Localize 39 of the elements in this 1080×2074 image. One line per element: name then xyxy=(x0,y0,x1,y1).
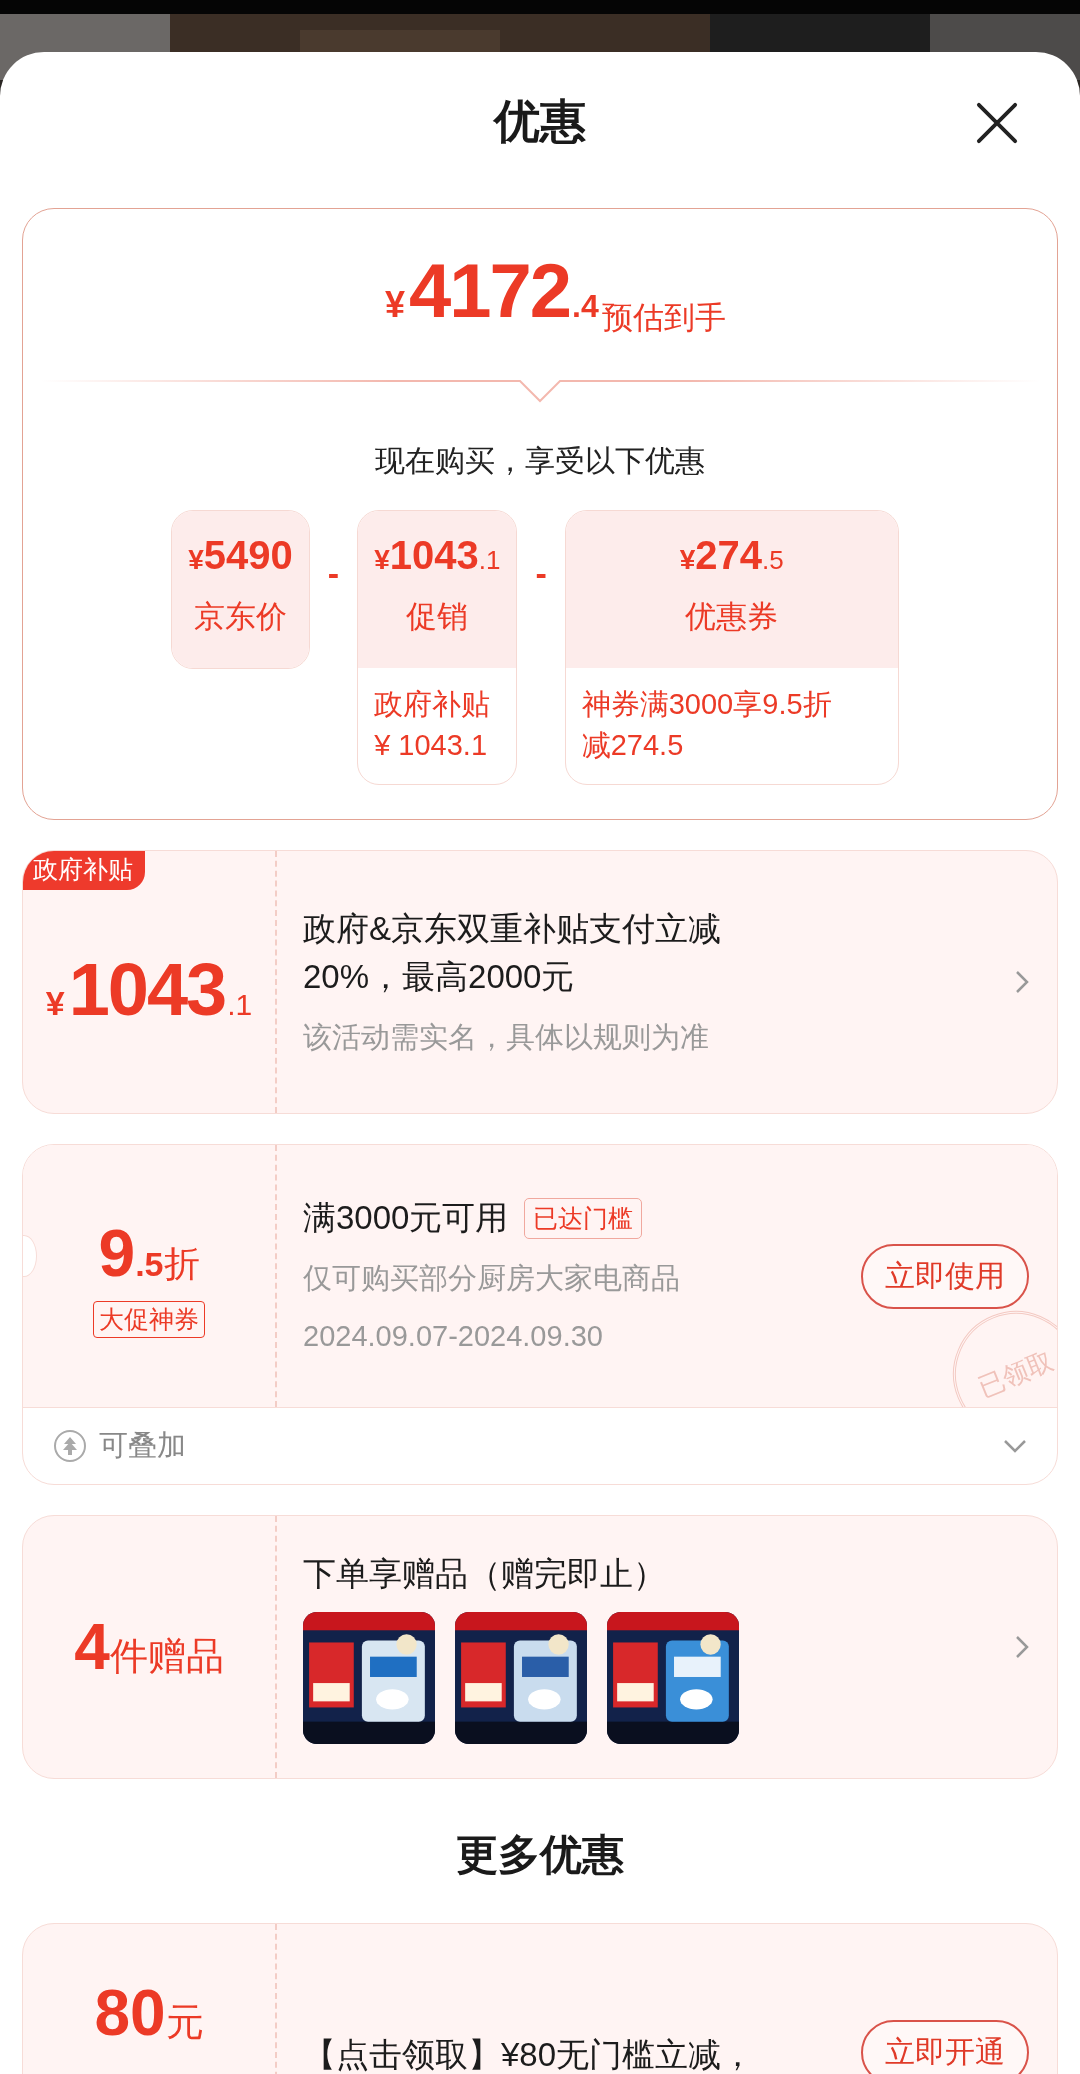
price-detail: 神券满3000享9.5折减274.5 xyxy=(580,687,833,763)
price-label: 优惠券 xyxy=(685,598,779,636)
sheet-title: 优惠 xyxy=(494,94,586,149)
minus-sign: - xyxy=(327,554,340,593)
offer-title: 【点击领取】¥80无门槛立减， xyxy=(303,2035,756,2074)
gift-count: 4件赠品 xyxy=(74,1610,224,1684)
coupon-tag: 大促神券 xyxy=(93,1300,205,1338)
close-icon[interactable] xyxy=(976,102,1018,144)
price-label: 京东价 xyxy=(194,598,288,636)
summary-subtitle: 现在购买，享受以下优惠 xyxy=(375,443,705,479)
coupon-period: 2024.09.07-2024.09.30 xyxy=(303,1319,604,1354)
price-amount: ¥274.5 xyxy=(679,533,784,578)
gift-card[interactable]: 4件赠品 下单享赠品（赠完即止） xyxy=(22,1515,1058,1779)
chevron-right-icon xyxy=(1015,970,1029,994)
price-amount: ¥5490 xyxy=(188,533,293,578)
use-now-button[interactable]: 立即使用 xyxy=(861,1243,1029,1309)
offer-title: 下单享赠品（赠完即止） xyxy=(303,1554,667,1594)
offer-title: 满3000元可用 xyxy=(303,1198,509,1238)
section-title: 更多优惠 xyxy=(455,1830,625,1880)
status-tag: 已达门槛 xyxy=(524,1197,643,1239)
minus-sign: - xyxy=(535,554,547,593)
subsidy-badge: 政府补贴 xyxy=(23,851,145,890)
coupon-scope: 仅可购买部分厨房大家电商品 xyxy=(303,1261,681,1296)
offer-title: 政府&京东双重补贴支付立减20%，最高2000元 xyxy=(303,909,722,997)
price-amount: ¥1043.1 xyxy=(374,533,501,578)
chevron-down-icon[interactable] xyxy=(1003,1439,1027,1453)
estimated-price: ¥4172.4 xyxy=(385,247,599,334)
price-detail: 政府补贴 ¥ 1043.1 xyxy=(373,687,492,763)
coupon-discount: 9.5折 xyxy=(98,1214,200,1291)
stack-icon xyxy=(53,1429,87,1463)
stackable-label: 可叠加 xyxy=(99,1428,187,1463)
subsidy-amount: ¥1043.1 xyxy=(45,946,253,1032)
estimated-price-label: 预估到手 xyxy=(602,299,726,337)
cash-amount: 80元 xyxy=(94,1976,204,2050)
offer-note: 该活动需实名，具体以规则为准 xyxy=(303,1020,710,1055)
price-label: 促销 xyxy=(406,598,469,636)
activate-button[interactable]: 立即开通 xyxy=(861,2020,1029,2074)
subsidy-card[interactable]: 政府补贴 ¥1043.1 政府&京东双重补贴支付立减20%，最高2000元 该活动需实名，具体以规则为准 xyxy=(22,850,1058,1114)
chevron-right-icon xyxy=(1015,1635,1029,1659)
